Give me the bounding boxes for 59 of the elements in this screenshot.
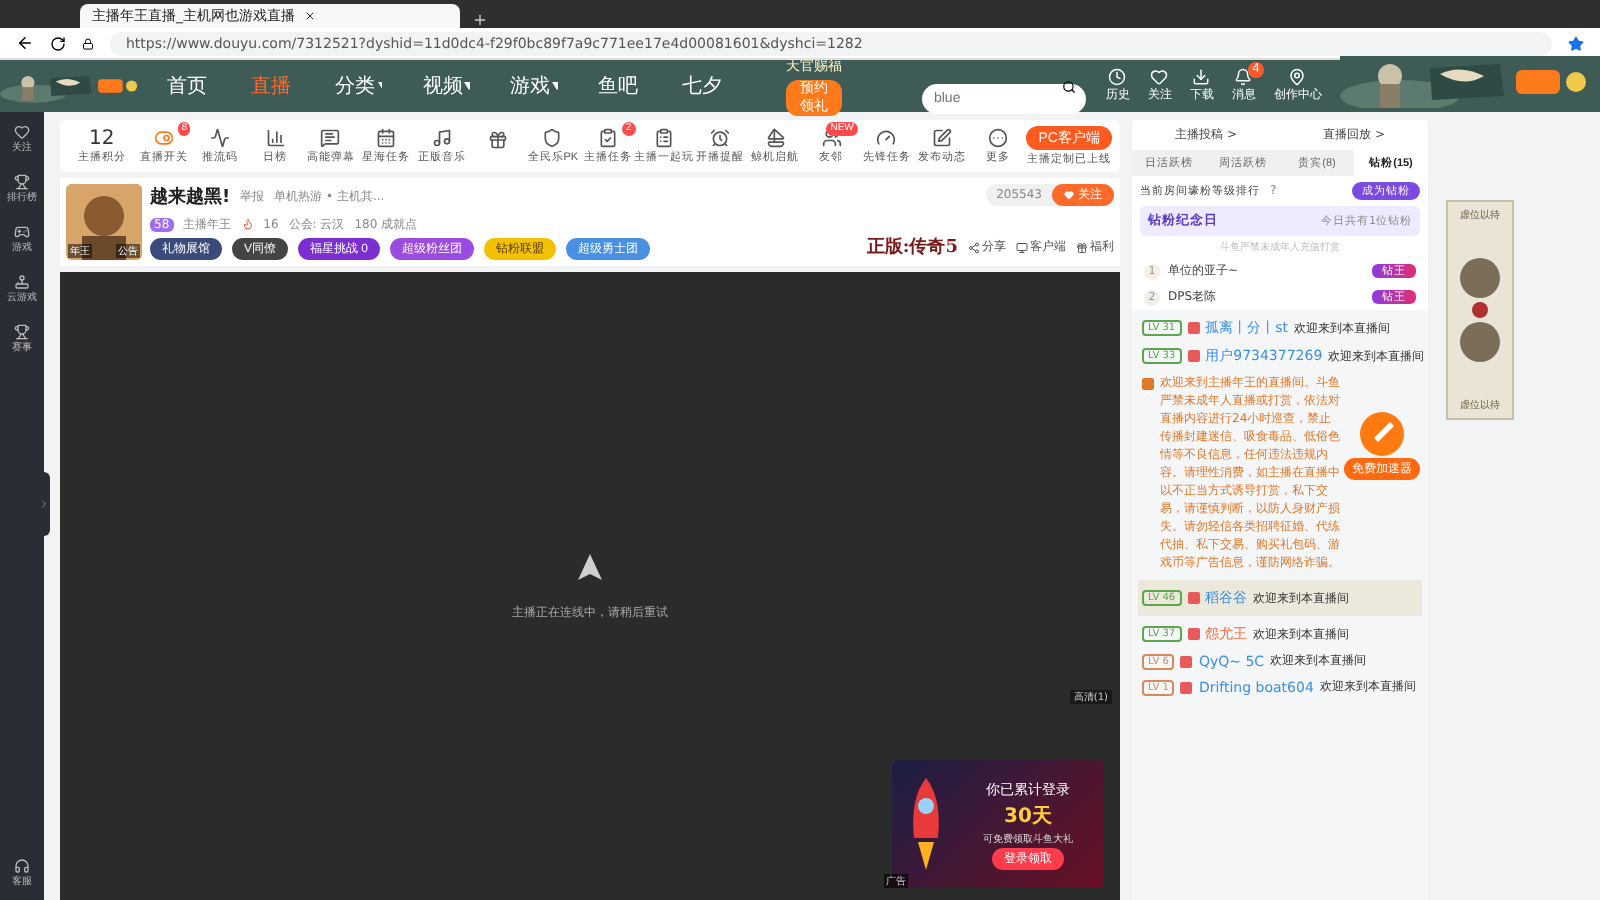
user-icon	[1187, 592, 1200, 604]
avatar	[66, 184, 142, 260]
user-icon	[1187, 628, 1200, 640]
lock-icon[interactable]	[82, 37, 94, 49]
system-icon	[1142, 378, 1154, 390]
ranking-icon[interactable]	[14, 174, 30, 190]
new-tab-icon[interactable]	[472, 12, 488, 28]
toggle-icon	[154, 128, 175, 148]
headset-icon[interactable]	[14, 858, 30, 874]
nav-link[interactable]: 鱼吧	[597, 72, 638, 100]
close-icon[interactable]	[303, 10, 315, 22]
trophy-icon[interactable]	[14, 324, 30, 340]
nav-link[interactable]: 游戏	[510, 72, 551, 100]
back-icon[interactable]	[16, 34, 34, 52]
flame-icon	[241, 218, 254, 230]
calendar-icon	[376, 128, 397, 148]
clipboard-icon	[598, 128, 619, 148]
caret-icon[interactable]	[377, 82, 383, 90]
bell-icon[interactable]	[1234, 68, 1253, 86]
user-icon	[1180, 681, 1193, 693]
share-icon	[968, 241, 980, 253]
stream-title: 越来越黑!	[150, 184, 231, 210]
score-value: 12	[88, 128, 115, 150]
gift-icon	[1076, 241, 1088, 253]
clipboard-icon	[654, 128, 675, 148]
more-icon	[987, 128, 1008, 148]
nav-link[interactable]: 首页	[167, 72, 208, 100]
joystick-icon[interactable]	[14, 274, 30, 290]
download-icon[interactable]	[1192, 68, 1211, 86]
reload-icon[interactable]	[50, 35, 66, 51]
gauge-icon	[876, 128, 897, 148]
caret-icon[interactable]	[464, 82, 471, 90]
caret-icon[interactable]	[552, 82, 558, 90]
search-icon[interactable]	[1061, 79, 1076, 93]
nav-link[interactable]: 视频	[422, 72, 463, 100]
shield-icon	[542, 128, 563, 148]
collapse-handle[interactable]	[38, 472, 50, 536]
user-icon	[1180, 655, 1193, 667]
user-icon	[1187, 350, 1200, 362]
heart-icon[interactable]	[14, 124, 30, 140]
ad-days: 30天	[1004, 801, 1052, 829]
heart-icon	[1064, 190, 1074, 200]
monitor-icon	[1016, 241, 1028, 253]
star-icon[interactable]	[1568, 35, 1584, 51]
game-title[interactable]: 正版:传奇5	[866, 234, 958, 260]
clock-icon[interactable]	[1108, 68, 1127, 86]
chart-icon	[265, 128, 286, 148]
gift-icon	[487, 129, 508, 149]
sailboat-icon	[765, 128, 786, 148]
edit-icon	[932, 128, 953, 148]
message-icon	[320, 128, 341, 148]
alarm-clock-icon	[709, 128, 730, 148]
waveform-icon	[209, 128, 230, 148]
gamepad-icon[interactable]	[14, 224, 30, 240]
nav-link[interactable]: 分类	[335, 72, 376, 100]
nav-link[interactable]: 七夕	[681, 72, 722, 100]
music-icon	[431, 128, 452, 148]
pin-icon[interactable]	[1288, 68, 1307, 86]
user-icon	[1187, 322, 1200, 334]
